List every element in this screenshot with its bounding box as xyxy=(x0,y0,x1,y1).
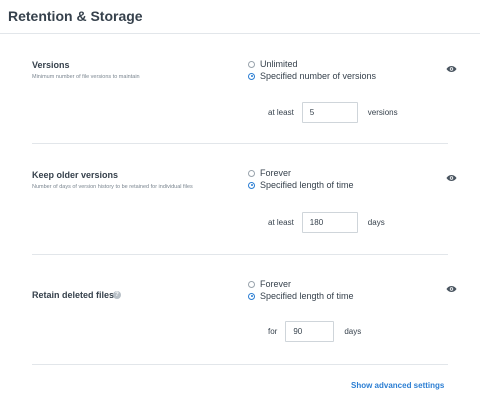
field-prefix: for xyxy=(268,327,278,336)
keep-older-option-forever[interactable]: Forever xyxy=(248,168,291,178)
versions-description: Minimum number of file versions to maint… xyxy=(32,74,140,80)
keep-older-days-input[interactable] xyxy=(301,212,358,233)
option-label: Forever xyxy=(260,168,292,178)
radio-unselected[interactable] xyxy=(248,60,255,68)
keep-older-option-specified[interactable]: Specified length of time xyxy=(248,180,354,190)
option-label: Unlimited xyxy=(260,59,298,69)
field-suffix: versions xyxy=(367,108,398,117)
page-title: Retention & Storage xyxy=(8,8,143,24)
radio-selected[interactable] xyxy=(248,292,255,300)
option-label: Specified number of versions xyxy=(260,71,377,81)
field-suffix: days xyxy=(367,218,385,227)
question-circle-icon[interactable]: ? xyxy=(113,291,121,299)
versions-option-specified[interactable]: Specified number of versions xyxy=(248,71,376,81)
field-prefix: at least xyxy=(268,108,294,117)
keep-older-versions-title: Keep older versions xyxy=(32,170,119,180)
option-label: Specified length of time xyxy=(260,291,354,301)
retain-deleted-days-row: for days xyxy=(268,321,361,342)
versions-option-unlimited[interactable]: Unlimited xyxy=(248,59,298,69)
keep-older-versions-description: Number of days of version history to be … xyxy=(32,184,193,190)
retain-deleted-option-specified[interactable]: Specified length of time xyxy=(248,291,354,301)
retain-deleted-option-forever[interactable]: Forever xyxy=(248,279,291,289)
section-divider xyxy=(32,364,448,365)
header-divider xyxy=(0,33,480,34)
radio-unselected[interactable] xyxy=(248,169,255,177)
eye-icon[interactable] xyxy=(446,285,457,293)
radio-unselected[interactable] xyxy=(248,280,255,288)
retain-deleted-files-title: Retain deleted files xyxy=(32,290,115,300)
retain-deleted-days-input[interactable] xyxy=(285,321,335,342)
field-suffix: days xyxy=(344,327,362,336)
keep-older-days-row: at least days xyxy=(268,212,385,233)
section-divider xyxy=(32,254,448,255)
field-prefix: at least xyxy=(268,218,294,227)
eye-icon[interactable] xyxy=(446,65,457,73)
versions-count-input[interactable] xyxy=(301,102,358,123)
versions-count-row: at least versions xyxy=(268,102,398,123)
eye-icon[interactable] xyxy=(446,174,457,182)
radio-selected[interactable] xyxy=(248,72,255,80)
option-label: Forever xyxy=(260,279,292,289)
versions-title: Versions xyxy=(32,60,70,70)
option-label: Specified length of time xyxy=(260,180,354,190)
radio-selected[interactable] xyxy=(248,181,255,189)
section-divider xyxy=(32,143,448,144)
show-advanced-settings-link[interactable]: Show advanced settings xyxy=(351,381,444,390)
